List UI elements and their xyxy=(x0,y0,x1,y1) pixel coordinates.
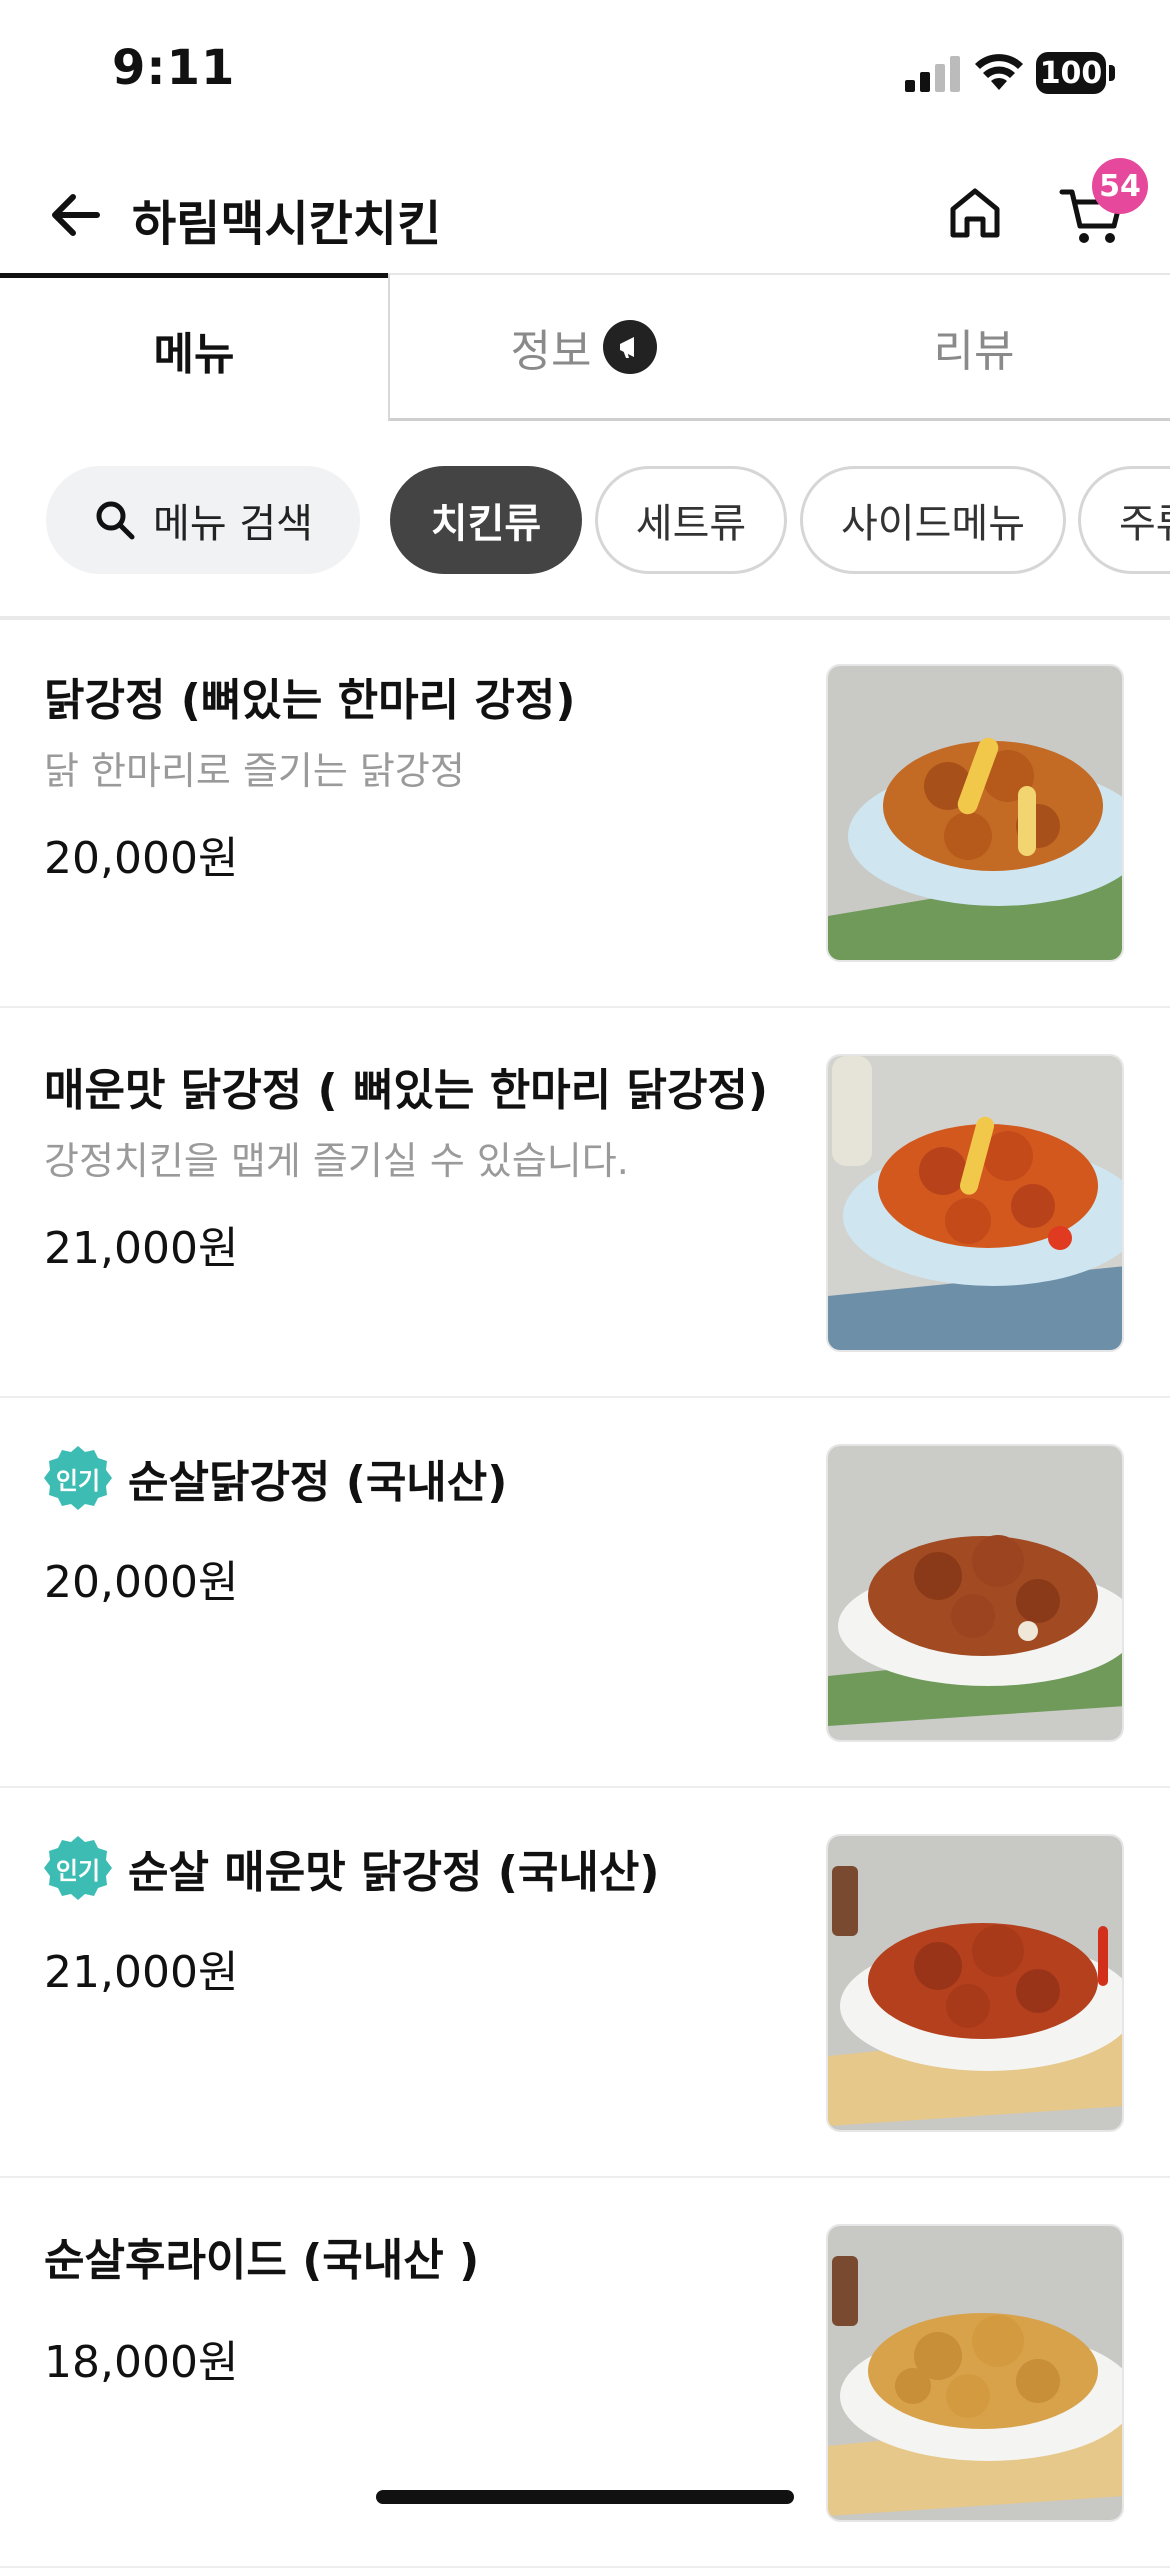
tab-label: 정보 xyxy=(510,325,592,377)
menu-search-button[interactable]: 메뉴 검색 xyxy=(46,466,360,574)
item-name: 순살 매운맛 닭강정 (국내산) xyxy=(128,1847,660,1898)
signal-icon xyxy=(905,56,960,92)
item-photo xyxy=(826,2224,1124,2522)
wifi-icon xyxy=(975,54,1023,90)
battery-level: 100 xyxy=(1036,52,1106,94)
category-chips: 메뉴 검색 치킨류 세트류 사이드메뉴 주류 xyxy=(0,466,1170,576)
popular-badge: 인기 xyxy=(44,1444,112,1512)
battery-icon: 100 xyxy=(1036,52,1116,94)
menu-item[interactable]: 인기 순살닭강정 (국내산) 20,000원 xyxy=(0,1400,1170,1788)
item-price: 18,000원 xyxy=(44,2337,239,2388)
tab-label: 메뉴 xyxy=(153,328,235,380)
tab-menu[interactable]: 메뉴 xyxy=(0,273,388,421)
tab-review[interactable]: 리뷰 xyxy=(778,273,1170,421)
menu-item[interactable]: 인기 순살 매운맛 닭강정 (국내산) 21,000원 xyxy=(0,1790,1170,2178)
chip-drinks[interactable]: 주류 xyxy=(1078,466,1170,574)
search-icon xyxy=(93,498,137,542)
store-tabs: 메뉴 정보 리뷰 xyxy=(0,273,1170,423)
status-time: 9:11 xyxy=(112,40,236,96)
item-name: 닭강정 (뼈있는 한마리 강정) xyxy=(44,675,576,726)
item-photo xyxy=(826,1054,1124,1352)
menu-item[interactable]: 매운맛 닭강정 ( 뼈있는 한마리 닭강정) 강정치킨을 맵게 즐기실 수 있습… xyxy=(0,1010,1170,1398)
home-icon xyxy=(950,188,1000,238)
back-button[interactable] xyxy=(40,180,110,250)
cart-count-badge: 54 xyxy=(1092,158,1148,214)
item-photo xyxy=(826,1834,1124,2132)
tab-info[interactable]: 정보 xyxy=(388,273,778,421)
chip-chicken[interactable]: 치킨류 xyxy=(390,466,582,574)
tab-label: 리뷰 xyxy=(933,325,1015,377)
menu-item[interactable]: 순살후라이드 (국내산 ) 18,000원 xyxy=(0,2180,1170,2568)
menu-item[interactable]: 닭강정 (뼈있는 한마리 강정) 닭 한마리로 즐기는 닭강정 20,000원 xyxy=(0,620,1170,1008)
arrow-left-icon xyxy=(52,194,100,236)
item-price: 21,000원 xyxy=(44,1947,239,1998)
popular-badge: 인기 xyxy=(44,1834,112,1902)
home-button[interactable] xyxy=(940,178,1010,248)
status-bar: 9:11 100 xyxy=(0,0,1170,150)
store-title: 하림맥시칸치킨 xyxy=(132,196,442,252)
item-photo xyxy=(826,664,1124,962)
item-description: 강정치킨을 맵게 즐기실 수 있습니다. xyxy=(44,1139,629,1183)
megaphone-icon xyxy=(603,319,658,374)
item-price: 20,000원 xyxy=(44,833,239,884)
item-price: 21,000원 xyxy=(44,1223,239,1274)
chip-set[interactable]: 세트류 xyxy=(595,466,787,574)
chip-side-menu[interactable]: 사이드메뉴 xyxy=(800,466,1066,574)
item-name: 매운맛 닭강정 ( 뼈있는 한마리 닭강정) xyxy=(44,1065,769,1116)
popular-badge-label: 인기 xyxy=(55,1466,101,1495)
item-name: 순살후라이드 (국내산 ) xyxy=(44,2235,480,2286)
item-description: 닭 한마리로 즐기는 닭강정 xyxy=(44,749,465,793)
app-header: 하림맥시칸치킨 xyxy=(0,160,1170,270)
search-label: 메뉴 검색 xyxy=(153,501,313,547)
item-price: 20,000원 xyxy=(44,1557,239,1608)
popular-badge-label: 인기 xyxy=(55,1856,101,1885)
item-photo xyxy=(826,1444,1124,1742)
item-name: 순살닭강정 (국내산) xyxy=(128,1457,508,1508)
home-indicator[interactable] xyxy=(376,2490,794,2504)
